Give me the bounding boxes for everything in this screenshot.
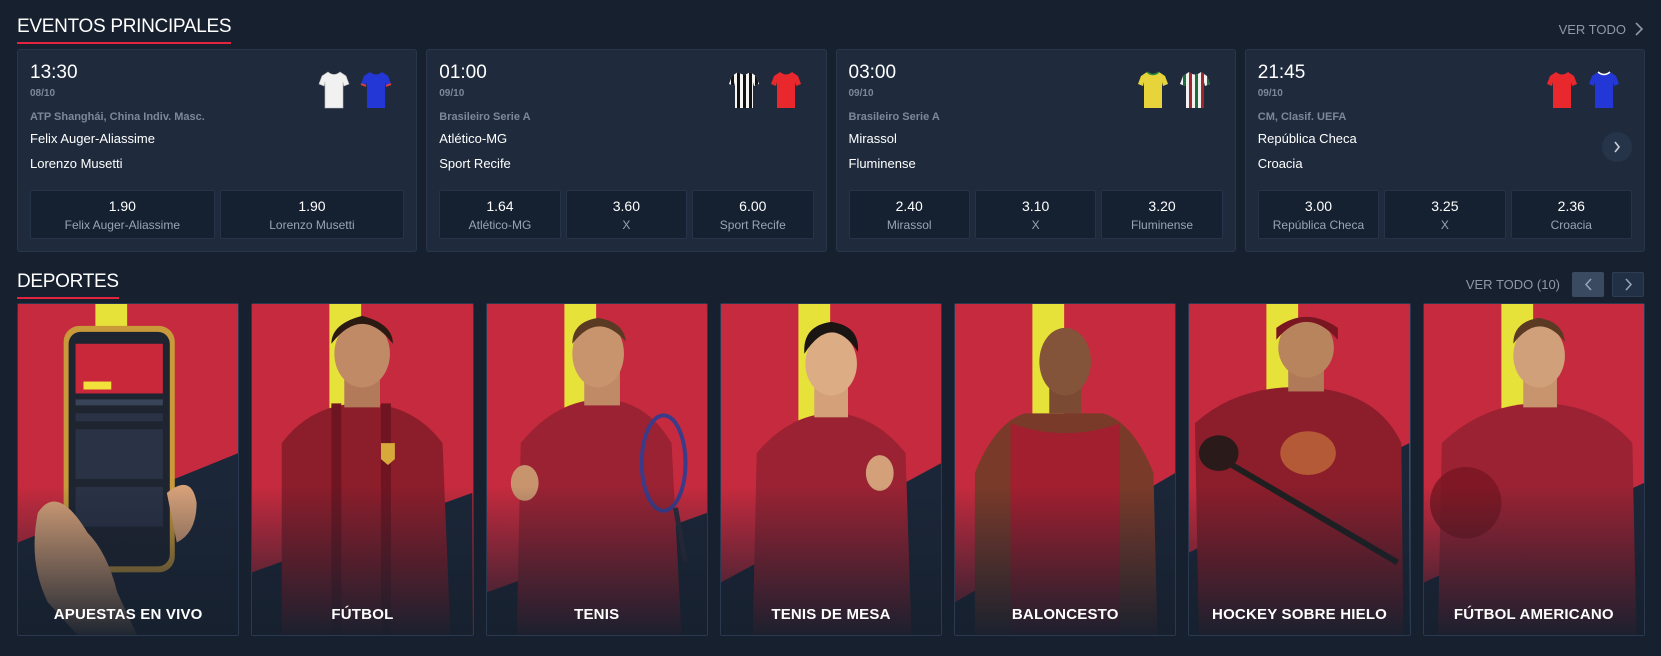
sport-label: TENIS xyxy=(574,606,620,623)
odd-button[interactable]: 3.00 República Checa xyxy=(1257,190,1380,239)
sport-label: TENIS DE MESA xyxy=(771,606,891,623)
odd-button[interactable]: 3.60 X xyxy=(565,190,688,239)
yellow-shirt-icon xyxy=(1137,71,1168,108)
sport-card-live[interactable]: APUESTAS EN VIVO xyxy=(17,303,240,636)
sport-card-ice-hockey[interactable]: HOCKEY SOBRE HIELO xyxy=(1188,303,1411,636)
odd-value: 2.40 xyxy=(895,197,923,214)
red-shirt-icon xyxy=(770,72,801,108)
odd-value: 3.25 xyxy=(1431,197,1459,214)
chevron-right-icon xyxy=(1614,141,1621,153)
event-league: CM, Clasif. UEFA xyxy=(1257,111,1347,123)
odd-button[interactable]: 1.90 Lorenzo Musetti xyxy=(219,190,405,239)
odd-value: 3.20 xyxy=(1148,197,1176,214)
featured-see-all-link[interactable]: VER TODO xyxy=(1559,22,1644,37)
event-league: Brasileiro Serie A xyxy=(439,111,531,123)
sports-prev-button[interactable] xyxy=(1572,271,1604,297)
event-league: ATP Shanghái, China Indiv. Masc. xyxy=(30,111,205,123)
featured-events-row: 13:30 08/10 ATP Shanghái, China Indiv. M… xyxy=(17,49,1645,252)
event-home-team: Felix Auger-Aliassime xyxy=(30,131,155,146)
odd-button[interactable]: 3.10 X xyxy=(974,190,1097,239)
odd-label: Atlético-MG xyxy=(468,217,532,232)
odd-label: Croacia xyxy=(1550,217,1592,232)
event-home-team: República Checa xyxy=(1257,131,1357,146)
odd-value: 3.00 xyxy=(1304,197,1333,214)
odds-row: 1.64 Atlético-MG 3.60 X 6.00 Sport Recif… xyxy=(439,190,814,239)
event-away-team: Croacia xyxy=(1257,156,1303,171)
team-kits xyxy=(318,70,392,110)
event-home-team: Mirassol xyxy=(848,131,897,146)
sports-header: DEPORTES VER TODO (10) xyxy=(17,271,1644,299)
sport-card-football[interactable]: FÚTBOL xyxy=(251,303,474,636)
sport-label: FÚTBOL xyxy=(331,606,394,623)
blue-shirt-icon xyxy=(1589,71,1619,108)
event-card[interactable]: 03:00 09/10 Brasileiro Serie A Mirassol … xyxy=(835,49,1236,252)
odd-button[interactable]: 1.64 Atlético-MG xyxy=(439,190,561,239)
odd-label: X xyxy=(1031,217,1040,232)
event-home-team: Atlético-MG xyxy=(439,131,508,146)
odd-button[interactable]: 1.90 Felix Auger-Aliassime xyxy=(30,190,215,239)
odds-row: 2.40 Mirassol 3.10 X 3.20 Fluminense xyxy=(848,190,1223,239)
sport-label: FÚTBOL AMERICANO xyxy=(1453,606,1614,623)
chevron-right-icon xyxy=(1635,22,1644,36)
odd-label: X xyxy=(1440,217,1449,232)
event-card[interactable]: 13:30 08/10 ATP Shanghái, China Indiv. M… xyxy=(17,49,418,252)
odd-label: Fluminense xyxy=(1131,217,1194,232)
featured-title: EVENTOS PRINCIPALES xyxy=(17,16,232,44)
white-shirt-icon xyxy=(318,71,350,109)
sport-label: HOCKEY SOBRE HIELO xyxy=(1212,606,1388,623)
event-league: Brasileiro Serie A xyxy=(848,111,940,123)
team-kits xyxy=(728,70,802,110)
odd-label: Lorenzo Musetti xyxy=(269,217,355,232)
featured-header: EVENTOS PRINCIPALES VER TODO xyxy=(17,16,1644,44)
odd-button[interactable]: 3.25 X xyxy=(1384,190,1506,239)
sports-title: DEPORTES xyxy=(17,271,119,299)
sports-next-button[interactable] xyxy=(1612,271,1644,297)
sports-controls: VER TODO (10) xyxy=(1466,271,1644,297)
odds-row: 1.90 Felix Auger-Aliassime 1.90 Lorenzo … xyxy=(30,190,405,239)
featured-see-all-label: VER TODO xyxy=(1558,21,1626,37)
odd-label: Felix Auger-Aliassime xyxy=(64,217,180,232)
sports-see-all-link[interactable]: VER TODO (10) xyxy=(1466,277,1560,292)
odd-label: Sport Recife xyxy=(719,217,786,232)
event-card[interactable]: 21:45 09/10 CM, Clasif. UEFA República C… xyxy=(1244,49,1645,252)
odd-label: X xyxy=(622,217,631,232)
chevron-left-icon xyxy=(1584,277,1592,291)
event-away-team: Fluminense xyxy=(848,156,916,171)
sport-card-table-tennis[interactable]: TENIS DE MESA xyxy=(719,303,943,636)
sport-card-american-football[interactable]: FÚTBOL AMERICANO xyxy=(1422,303,1645,636)
odd-label: República Checa xyxy=(1272,217,1365,232)
odd-label: Mirassol xyxy=(886,217,932,232)
odd-button[interactable]: 6.00 Sport Recife xyxy=(692,190,814,239)
odd-value: 3.60 xyxy=(612,197,640,214)
odd-value: 1.64 xyxy=(486,197,514,214)
odd-value: 2.36 xyxy=(1557,197,1585,214)
black-white-striped-shirt-icon xyxy=(728,72,759,108)
event-away-team: Sport Recife xyxy=(439,156,511,171)
sport-card-basketball[interactable]: BALONCESTO xyxy=(954,303,1177,636)
blue-shirt-icon xyxy=(360,72,392,108)
sports-row: APUESTAS EN VIVO FÚTBOL TENIS TENIS DE M… xyxy=(17,303,1645,636)
event-away-team: Lorenzo Musetti xyxy=(30,156,123,171)
green-red-striped-shirt-icon xyxy=(1179,72,1210,108)
odd-button[interactable]: 3.20 Fluminense xyxy=(1101,190,1223,239)
odd-value: 3.10 xyxy=(1022,197,1050,214)
sport-card-tennis[interactable]: TENIS xyxy=(485,303,708,636)
odd-button[interactable]: 2.36 Croacia xyxy=(1510,190,1633,239)
sport-label: APUESTAS EN VIVO xyxy=(53,606,203,623)
team-kits xyxy=(1546,70,1620,110)
chevron-right-icon xyxy=(1624,277,1632,291)
odd-value: 1.90 xyxy=(108,197,136,214)
event-card[interactable]: 01:00 09/10 Brasileiro Serie A Atlético-… xyxy=(426,49,827,252)
odd-value: 1.90 xyxy=(298,197,326,214)
odd-value: 6.00 xyxy=(739,197,767,214)
odds-row: 3.00 República Checa 3.25 X 2.36 Croacia xyxy=(1257,190,1633,239)
odd-button[interactable]: 2.40 Mirassol xyxy=(848,190,970,239)
red-shirt-icon xyxy=(1547,72,1577,108)
sport-label: BALONCESTO xyxy=(1011,606,1119,623)
team-kits xyxy=(1137,70,1211,110)
events-next-button[interactable] xyxy=(1602,132,1632,162)
